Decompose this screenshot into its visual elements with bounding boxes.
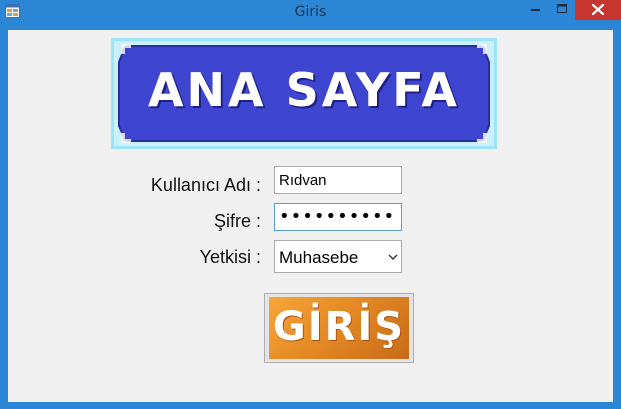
login-window: Giris ANA SAYFA Kullanıcı Adı: Rıdvan Ş… bbox=[0, 0, 621, 409]
title-bar[interactable]: Giris bbox=[0, 0, 621, 24]
maximize-button[interactable] bbox=[549, 0, 575, 20]
close-button[interactable] bbox=[575, 0, 621, 20]
login-button-label: GİRİŞ bbox=[272, 304, 406, 350]
role-label: Yetkisi : bbox=[199, 247, 261, 267]
password-label: Şifre : bbox=[213, 211, 261, 231]
chevron-down-icon[interactable] bbox=[388, 253, 398, 261]
role-value: Muhasebe bbox=[279, 248, 359, 267]
form-client-area: ANA SAYFA Kullanıcı Adı : Rıdvan Şifre :… bbox=[8, 30, 613, 402]
banner-title: ANA SAYFA bbox=[147, 63, 461, 117]
close-icon bbox=[591, 3, 605, 16]
login-button[interactable]: GİRİŞ bbox=[264, 293, 414, 363]
minimize-button[interactable] bbox=[522, 0, 549, 20]
username-field[interactable]: Rıdvan bbox=[274, 166, 402, 194]
maximize-icon bbox=[557, 4, 567, 13]
ana-sayfa-banner: ANA SAYFA bbox=[111, 38, 497, 149]
minimize-icon bbox=[531, 9, 540, 11]
username-value: Rıdvan bbox=[279, 172, 327, 189]
role-select[interactable]: Muhasebe bbox=[274, 240, 402, 273]
username-label: Kullanıcı Adı : bbox=[150, 175, 261, 195]
login-button-image: GİRİŞ bbox=[269, 297, 409, 359]
password-mask: •••••••••• bbox=[279, 206, 396, 227]
password-field[interactable]: •••••••••• bbox=[274, 203, 402, 231]
